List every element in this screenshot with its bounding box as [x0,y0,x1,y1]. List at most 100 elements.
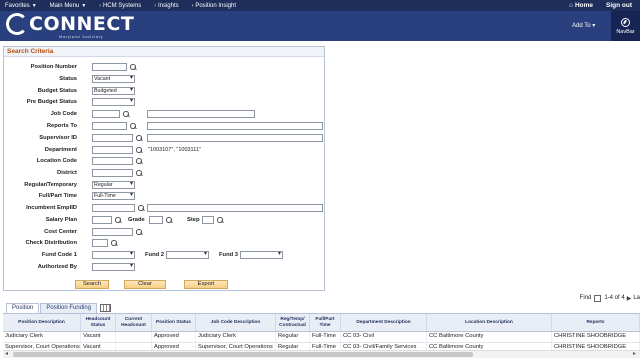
clear-button[interactable]: Clear [124,280,166,289]
district-input[interactable] [92,169,133,177]
grid-navigation: Find 1-4 of 4 ▶ La [580,293,640,303]
column-header[interactable]: Position Status [152,314,196,331]
last-link[interactable]: La [633,295,640,301]
budget-status-select[interactable]: Budgeted [92,87,135,95]
reports-to-description [147,122,323,130]
salary-plan-input[interactable] [92,216,112,224]
reports-to-label: Reports To [46,123,77,129]
horizontal-scrollbar[interactable]: ◂ ▸ [3,350,640,358]
status-select[interactable]: Vacant [92,75,135,83]
main-menu[interactable]: Main Menu ▼ [45,3,95,9]
fund-code-1-select[interactable] [92,251,135,259]
breadcrumb-insights[interactable]: › Insights [149,3,186,9]
full-part-time-label: Full/Part Time [38,193,77,199]
fund-3-label: Fund 3 [219,252,238,258]
tab-position-funding[interactable]: Position Funding [40,303,98,313]
logo-text: CONNECT [29,13,135,35]
column-header[interactable]: Location Description [427,314,552,331]
incumbent-emplid-input[interactable] [92,204,135,212]
step-label: Step [187,217,200,223]
lookup-icon[interactable] [111,240,117,246]
cost-center-input[interactable] [92,228,133,236]
logo-mark-icon [6,13,28,35]
view-all-icon[interactable] [594,294,602,302]
department-input[interactable] [92,146,133,154]
navbar-label: NavBar [616,28,635,35]
column-header[interactable]: Position Description [3,314,81,331]
fund-3-select[interactable] [240,251,283,259]
budget-status-label: Budget Status [37,88,77,94]
column-header[interactable]: Department Description [341,314,427,331]
column-header[interactable]: Current Headcount [116,314,152,331]
check-distribution-input[interactable] [92,239,108,247]
column-header[interactable]: Headcount Status [81,314,116,331]
lookup-icon[interactable] [138,205,144,211]
chevron-right-icon: › [154,2,156,9]
search-button[interactable]: Search [75,280,109,289]
incumbent-name [147,204,323,212]
table-cell: Full-Time [310,332,341,342]
lookup-icon[interactable] [136,135,142,141]
search-criteria-title: Search Criteria [4,47,324,57]
scroll-right-icon[interactable]: ▸ [633,350,636,357]
grade-label: Grade [128,217,145,223]
table-header: Position Description Headcount Status Cu… [3,314,640,332]
lookup-icon[interactable] [136,158,142,164]
step-input[interactable] [202,216,214,224]
department-label: Department [44,147,77,153]
lookup-icon[interactable] [166,217,172,223]
location-code-input[interactable] [92,157,133,165]
lookup-icon[interactable] [136,147,142,153]
add-to-menu[interactable]: Add To ▾ [572,22,595,29]
lookup-icon[interactable] [130,123,136,129]
scrollbar-thumb[interactable] [13,352,473,357]
grade-input[interactable] [149,216,163,224]
fund-2-select[interactable] [166,251,209,259]
column-header[interactable]: Reports [552,314,640,331]
home-link[interactable]: ⌂ Home [564,2,601,9]
table-cell: Approved [152,332,196,342]
export-button[interactable]: Export [184,280,228,289]
table-cell [116,332,152,342]
job-code-label: Job Code [50,111,77,117]
authorized-by-label: Authorized By [37,264,77,270]
next-arrow-icon[interactable]: ▶ [627,295,632,302]
full-part-time-select[interactable]: Full-Time [92,192,135,200]
result-tabs: Position Position Funding [6,303,112,313]
sign-out-link[interactable]: Sign out [601,2,640,9]
reports-to-input[interactable] [92,122,127,130]
supervisor-id-input[interactable] [92,134,133,142]
chevron-down-icon: ▾ [592,23,596,29]
lookup-icon[interactable] [115,217,121,223]
status-label: Status [59,76,77,82]
salary-plan-label: Salary Plan [45,217,77,223]
position-number-input[interactable] [92,63,127,71]
regular-temporary-select[interactable]: Regular [92,181,135,189]
column-header[interactable]: Job Code Description [196,314,276,331]
add-to-label: Add To [572,23,591,29]
job-code-input[interactable] [92,110,120,118]
breadcrumb-hcm-systems[interactable]: › HCM Systems [94,3,149,9]
lookup-icon[interactable] [217,217,223,223]
home-icon: ⌂ [569,2,573,9]
find-link[interactable]: Find [580,295,592,301]
column-header[interactable]: Reg/Temp/ Contractual [276,314,310,331]
supervisor-id-description [147,134,323,142]
favorites-menu[interactable]: Favorites ▼ [0,3,45,9]
pre-budget-status-select[interactable] [92,98,135,106]
lookup-icon[interactable] [123,111,129,117]
connect-logo: CONNECT [6,13,134,35]
column-header[interactable]: Full/Part Time [310,314,341,331]
scroll-left-icon[interactable]: ◂ [5,350,8,357]
tab-position[interactable]: Position [6,303,40,313]
lookup-icon[interactable] [136,170,142,176]
table-row[interactable]: Judiciary Clerk Vacant Approved Judiciar… [3,332,640,343]
show-all-columns-icon[interactable] [100,304,112,312]
chevron-right-icon: › [99,2,101,9]
job-code-description [147,110,255,118]
lookup-icon[interactable] [130,64,136,70]
breadcrumb-position-insight[interactable]: › Position Insight [187,3,244,9]
navbar-button[interactable]: NavBar [611,11,640,41]
lookup-icon[interactable] [136,229,142,235]
authorized-by-select[interactable] [92,263,135,271]
